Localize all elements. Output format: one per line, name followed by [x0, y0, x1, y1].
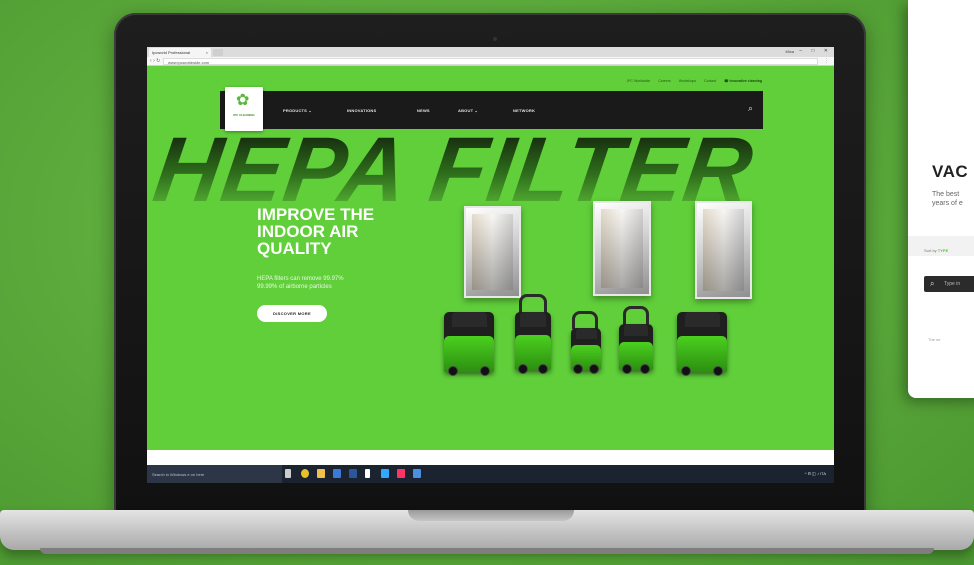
logo-text: IPC CLEANING — [233, 113, 255, 117]
card-filter-band — [908, 236, 974, 256]
logo-flower-icon: ✿ — [236, 92, 250, 109]
explorer-icon[interactable] — [317, 469, 325, 478]
machine-handle — [519, 294, 547, 314]
scrubber-machine-image — [515, 312, 551, 374]
card-search-text: Type in — [944, 281, 961, 287]
new-tab-button[interactable] — [213, 49, 223, 56]
card-search-field[interactable]: ⌕ Type in — [924, 276, 974, 292]
machine-handle — [623, 306, 649, 324]
laptop-notch — [408, 510, 574, 521]
top-link[interactable]: Careers — [658, 79, 670, 83]
discover-more-button[interactable]: DISCOVER MORE — [257, 305, 327, 322]
top-links: IPC Worldwide Careers Workshops Contact … — [620, 79, 762, 83]
card-desc-line: The best — [932, 191, 960, 198]
app-icon[interactable] — [413, 469, 421, 478]
main-navbar: PRODUCTS ⌄ INNOVATIONS NEWS ABOUT ⌄ NETW… — [220, 91, 763, 129]
system-tray[interactable]: ^ ⊟ ◫ ♪ ITA — [805, 471, 826, 476]
top-link[interactable]: IPC Worldwide — [627, 79, 650, 83]
store-icon[interactable] — [333, 469, 341, 478]
scrubber-machine-image — [444, 312, 494, 376]
top-link[interactable]: Contact — [704, 79, 716, 83]
search-icon: ⌕ — [930, 279, 935, 288]
top-link[interactable]: Workshops — [679, 79, 696, 83]
minimize-icon[interactable]: – — [799, 48, 802, 54]
browser-nav: ‹ › ↻ — [150, 58, 160, 64]
browser-tab-bar: Ipcworld Professional × Mixa – □ ✕ — [147, 47, 834, 57]
reload-icon[interactable]: ↻ — [156, 58, 160, 64]
browser-tab[interactable]: Ipcworld Professional × — [149, 48, 211, 57]
card-title: VAC — [932, 162, 969, 181]
sort-prefix: Sort by — [924, 248, 937, 253]
top-link-phone[interactable]: ☎ Innovative cleaning — [724, 79, 762, 83]
scrubber-machine-image — [677, 312, 727, 376]
close-icon[interactable]: ✕ — [824, 48, 828, 54]
card-desc-line: years of e — [932, 200, 963, 207]
nav-about[interactable]: ABOUT ⌄ — [458, 108, 478, 113]
back-icon[interactable]: ‹ — [150, 58, 152, 64]
maximize-icon[interactable]: □ — [811, 48, 814, 54]
card-footer-text: The ne — [928, 337, 941, 342]
tab-title: Ipcworld Professional — [152, 50, 191, 55]
machine-handle — [572, 311, 598, 329]
product-photo-panel — [464, 206, 521, 298]
windows-taskbar: Search in Windows e on here ^ ⊟ ◫ ♪ ITA — [147, 465, 834, 483]
tab-close-icon[interactable]: × — [206, 50, 208, 55]
word-icon[interactable] — [349, 469, 357, 478]
card-description: The best years of e — [932, 190, 974, 208]
browser-address-bar: ‹ › ↻ www.ipcworldwide.com ⋮ — [147, 57, 834, 66]
window-controls: – □ ✕ — [791, 48, 828, 54]
photoshop-icon[interactable] — [381, 469, 389, 478]
product-photo-panel — [695, 201, 752, 299]
task-view-icon[interactable] — [285, 469, 291, 478]
hero-headline: IMPROVE THE INDOOR AIR QUALITY — [257, 205, 375, 258]
url-field[interactable]: www.ipcworldwide.com — [163, 58, 818, 65]
scrubber-machine-image — [619, 324, 653, 374]
hero-subtext: HEPA filters can remove 99.97% 99.99% of… — [257, 276, 344, 290]
forward-icon[interactable]: › — [153, 58, 155, 64]
browser-menu-icon[interactable]: ⋮ — [824, 58, 829, 64]
file-icon[interactable] — [365, 469, 370, 478]
search-icon[interactable]: ⌕ — [748, 103, 753, 114]
webcam-icon — [493, 37, 497, 41]
sort-value[interactable]: TYPE — [938, 248, 948, 253]
side-product-card: VAC The best years of e Sort by TYPE ⌕ T… — [908, 0, 974, 398]
nav-products[interactable]: PRODUCTS ⌄ — [283, 108, 312, 113]
site-logo[interactable]: ✿ IPC CLEANING — [225, 87, 263, 131]
website-hero: IPC Worldwide Careers Workshops Contact … — [147, 66, 834, 450]
nav-news[interactable]: NEWS — [417, 108, 430, 113]
taskbar-search-input[interactable]: Search in Windows e on here — [147, 465, 282, 483]
product-photo-panel — [593, 201, 651, 296]
card-sort-label[interactable]: Sort by TYPE — [924, 248, 948, 253]
indesign-icon[interactable] — [397, 469, 405, 478]
chrome-icon[interactable] — [301, 469, 309, 478]
nav-innovations[interactable]: INNOVATIONS — [347, 108, 376, 113]
laptop-base-foot — [40, 548, 934, 554]
laptop-screen: Ipcworld Professional × Mixa – □ ✕ ‹ › ↻… — [147, 47, 834, 483]
scrubber-machine-image — [571, 328, 601, 374]
nav-network[interactable]: NETWORK — [513, 108, 535, 113]
